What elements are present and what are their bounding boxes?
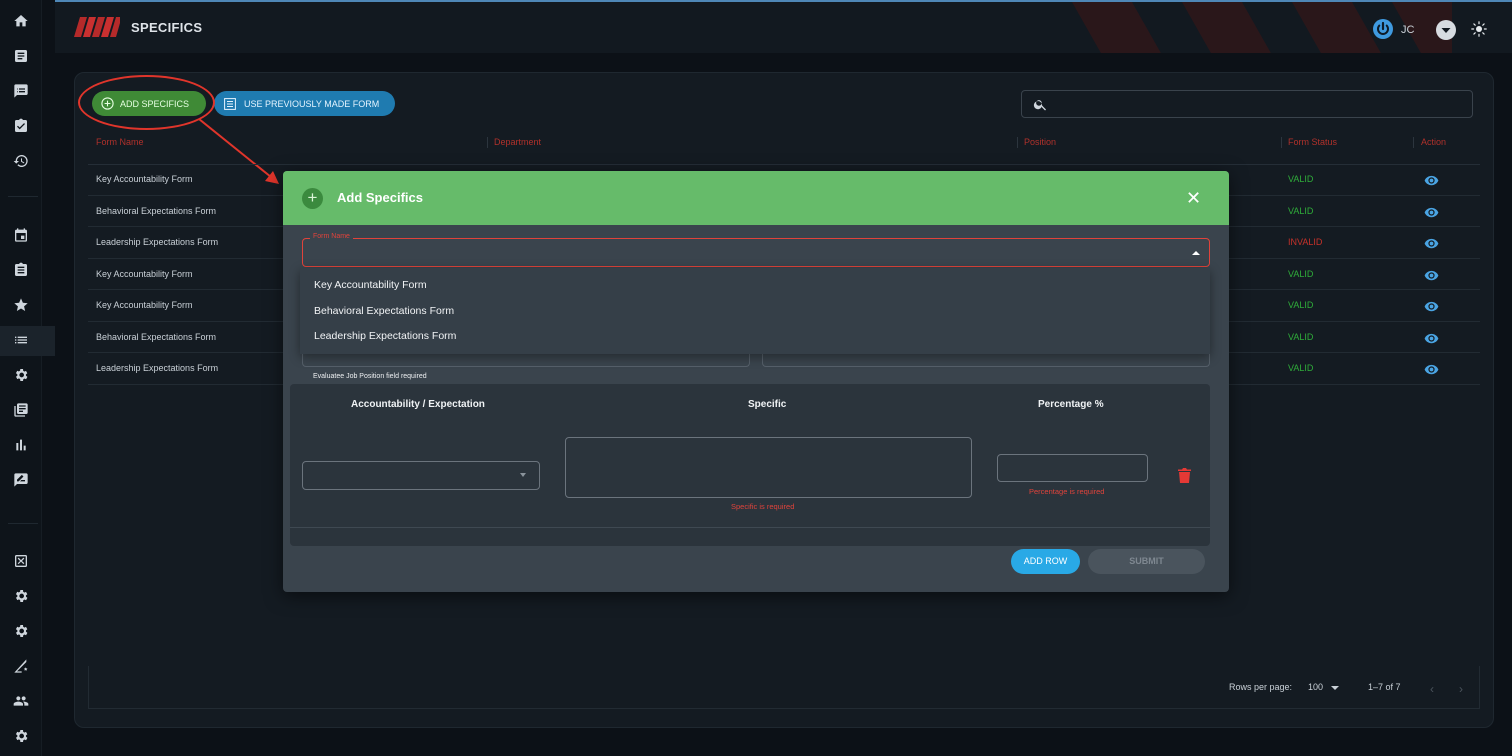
row-form-name: Leadership Expectations Form <box>96 363 219 373</box>
list-icon[interactable] <box>13 332 29 348</box>
sidebar-divider <box>8 196 38 197</box>
calendar-icon[interactable] <box>13 227 29 243</box>
view-icon[interactable] <box>1424 331 1439 346</box>
col-separator <box>1281 137 1282 148</box>
star-icon[interactable] <box>13 297 29 313</box>
modal-title: Add Specifics <box>337 190 423 205</box>
gear-icon[interactable] <box>13 588 29 604</box>
percentage-error-text: Percentage is required <box>1029 487 1105 496</box>
percentage-input[interactable] <box>997 454 1148 482</box>
row-form-name: Key Accountability Form <box>96 174 193 184</box>
col-separator <box>487 137 488 148</box>
col-header-form-status[interactable]: Form Status <box>1288 137 1337 147</box>
col-header-form-name[interactable]: Form Name <box>96 137 144 147</box>
view-icon[interactable] <box>1424 362 1439 377</box>
gear-icon[interactable] <box>13 623 29 639</box>
gear-icon[interactable] <box>13 728 29 744</box>
col-header-action: Action <box>1421 137 1447 147</box>
row-status: VALID <box>1288 174 1314 184</box>
row-status: INVALID <box>1288 237 1323 247</box>
view-icon[interactable] <box>1424 205 1439 220</box>
col-header-specific: Specific <box>748 399 787 410</box>
home-icon[interactable] <box>13 13 29 29</box>
document-icon[interactable] <box>13 48 29 64</box>
col-separator <box>1017 137 1018 148</box>
signal-settings-icon[interactable] <box>13 658 29 674</box>
view-icon[interactable] <box>1424 299 1439 314</box>
form-name-dropdown-menu: Key Accountability Form Behavioral Expec… <box>300 268 1210 354</box>
form-name-label: Form Name <box>310 233 353 240</box>
view-icon[interactable] <box>1424 268 1439 283</box>
pagination-range: 1–7 of 7 <box>1368 682 1401 692</box>
row-form-name: Key Accountability Form <box>96 268 193 279</box>
view-icon[interactable] <box>1424 236 1439 251</box>
next-page-button[interactable]: › <box>1459 682 1463 696</box>
modal-header: + Add Specifics ✕ <box>283 171 1229 225</box>
page-title: SPECIFICS <box>131 20 203 35</box>
row-status: VALID <box>1288 268 1314 279</box>
col-header-accountability: Accountability / Expectation <box>351 399 485 410</box>
rows-per-page-label: Rows per page: <box>1229 682 1293 692</box>
col-header-percentage: Percentage % <box>1038 399 1104 410</box>
use-previous-form-label: USE PREVIOUSLY MADE FORM <box>244 98 380 109</box>
search-icon <box>1033 100 1046 111</box>
row-status: VALID <box>1288 331 1314 342</box>
top-bar: SPECIFICS JC <box>55 0 1512 53</box>
plus-icon: + <box>302 188 323 209</box>
row-status: VALID <box>1288 205 1314 216</box>
col-separator <box>1413 137 1414 148</box>
brand-logo <box>74 17 120 37</box>
form-list-icon <box>224 97 236 110</box>
add-row-button[interactable]: ADD ROW <box>1011 549 1080 574</box>
chevron-up-icon[interactable] <box>1192 251 1200 255</box>
cancel-box-icon[interactable] <box>13 553 29 569</box>
specific-textarea[interactable] <box>565 437 972 498</box>
search-input[interactable] <box>1021 90 1473 118</box>
feedback-icon[interactable] <box>13 83 29 99</box>
clipboard-icon[interactable] <box>13 262 29 278</box>
row-form-name: Key Accountability Form <box>96 300 193 310</box>
rows-per-page-select[interactable]: 100 <box>1308 682 1323 692</box>
row-status: VALID <box>1288 363 1314 373</box>
row-status: VALID <box>1288 300 1314 310</box>
theme-toggle-icon[interactable] <box>1471 21 1487 37</box>
accountability-select[interactable] <box>302 461 540 490</box>
row-form-name: Behavioral Expectations Form <box>96 205 217 216</box>
library-icon[interactable] <box>13 402 29 418</box>
prev-page-button[interactable]: ‹ <box>1430 682 1434 696</box>
menu-item[interactable]: Behavioral Expectations Form <box>314 305 454 317</box>
submit-button[interactable]: SUBMIT <box>1088 549 1205 574</box>
row-form-name: Leadership Expectations Form <box>96 237 219 247</box>
menu-item[interactable]: Key Accountability Form <box>314 279 427 291</box>
bar-chart-icon[interactable] <box>13 437 29 453</box>
evaluatee-helper-text: Evaluatee Job Position field required <box>313 373 427 380</box>
use-previous-form-button[interactable]: USE PREVIOUSLY MADE FORM <box>214 91 395 116</box>
people-icon[interactable] <box>13 693 29 709</box>
chevron-down-icon[interactable] <box>1331 686 1339 690</box>
account-dropdown-icon[interactable] <box>1436 20 1456 40</box>
sidebar <box>0 0 55 756</box>
rate-review-icon[interactable] <box>13 472 29 488</box>
gear-icon[interactable] <box>13 367 29 383</box>
sidebar-divider <box>8 523 38 524</box>
menu-item[interactable]: Leadership Expectations Form <box>314 330 456 342</box>
history-icon[interactable] <box>13 153 29 169</box>
panel-divider <box>290 527 1210 528</box>
chevron-down-icon[interactable] <box>520 473 526 477</box>
close-icon[interactable]: ✕ <box>1186 188 1201 208</box>
power-icon[interactable] <box>1373 19 1393 39</box>
col-header-department[interactable]: Department <box>494 137 541 147</box>
delete-icon[interactable] <box>1178 468 1191 483</box>
user-initials: JC <box>1401 24 1415 36</box>
specific-error-text: Specific is required <box>731 502 795 511</box>
form-name-select[interactable] <box>302 238 1210 267</box>
header-decoration <box>1072 2 1452 53</box>
row-form-name: Behavioral Expectations Form <box>96 331 217 342</box>
view-icon[interactable] <box>1424 173 1439 188</box>
col-header-position[interactable]: Position <box>1024 137 1056 147</box>
add-specifics-modal: + Add Specifics ✕ Evaluatee Job Position… <box>283 171 1229 592</box>
checklist-icon[interactable] <box>13 118 29 134</box>
